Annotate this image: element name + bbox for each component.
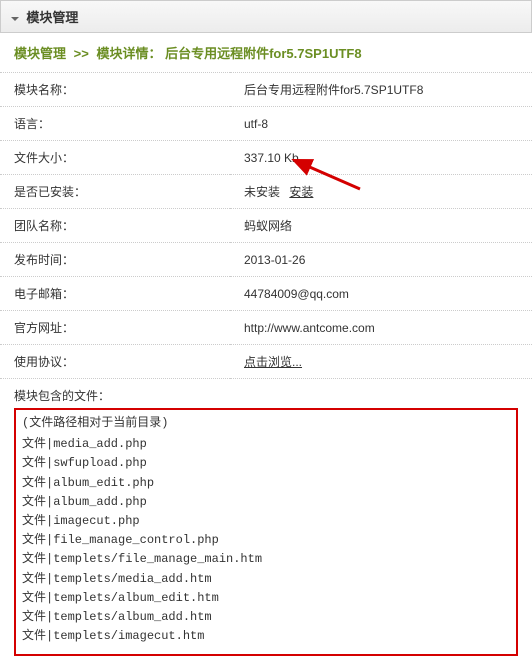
file-item: 文件|media_add.php xyxy=(22,435,510,454)
row-site: 官方网址： http://www.antcome.com xyxy=(0,311,532,345)
file-item: 文件|imagecut.php xyxy=(22,512,510,531)
file-item: 文件|templets/album_edit.htm xyxy=(22,589,510,608)
file-item: 文件|swfupload.php xyxy=(22,454,510,473)
caret-down-icon xyxy=(11,17,19,21)
breadcrumb-root[interactable]: 模块管理 xyxy=(14,46,66,61)
row-lang: 语言： utf-8 xyxy=(0,107,532,141)
file-item: 文件|templets/imagecut.htm xyxy=(22,627,510,646)
row-installed: 是否已安装： 未安装 安装 xyxy=(0,175,532,209)
file-item: 文件|templets/file_manage_main.htm xyxy=(22,550,510,569)
label-lang: 语言： xyxy=(0,107,230,141)
value-name: 后台专用远程附件for5.7SP1UTF8 xyxy=(230,73,532,107)
row-pub: 发布时间： 2013-01-26 xyxy=(0,243,532,277)
label-email: 电子邮箱： xyxy=(0,277,230,311)
install-link[interactable]: 安装 xyxy=(289,185,313,199)
row-email: 电子邮箱： 44784009@qq.com xyxy=(0,277,532,311)
row-name: 模块名称： 后台专用远程附件for5.7SP1UTF8 xyxy=(0,73,532,107)
files-title: 模块包含的文件： xyxy=(14,385,518,408)
row-size: 文件大小： 337.10 Kb xyxy=(0,141,532,175)
installed-status: 未安装 xyxy=(244,185,280,199)
row-team: 团队名称： 蚂蚁网络 xyxy=(0,209,532,243)
value-team: 蚂蚁网络 xyxy=(230,209,532,243)
breadcrumb-current: 后台专用远程附件for5.7SP1UTF8 xyxy=(165,46,361,61)
files-list: 文件|media_add.php文件|swfupload.php文件|album… xyxy=(22,435,510,646)
value-lang: utf-8 xyxy=(230,107,532,141)
label-size: 文件大小： xyxy=(0,141,230,175)
value-installed: 未安装 安装 xyxy=(230,175,532,209)
files-box: (文件路径相对于当前目录) 文件|media_add.php文件|swfuplo… xyxy=(14,408,518,656)
value-size: 337.10 Kb xyxy=(230,141,532,175)
header-title: 模块管理 xyxy=(26,10,78,25)
label-name: 模块名称： xyxy=(0,73,230,107)
breadcrumb-sep: >> xyxy=(74,46,89,61)
label-agree: 使用协议： xyxy=(0,345,230,379)
files-note: (文件路径相对于当前目录) xyxy=(22,414,510,433)
label-site: 官方网址： xyxy=(0,311,230,345)
breadcrumb: 模块管理 >> 模块详情： 后台专用远程附件for5.7SP1UTF8 xyxy=(0,33,532,72)
value-site: http://www.antcome.com xyxy=(230,311,532,345)
detail-table: 模块名称： 后台专用远程附件for5.7SP1UTF8 语言： utf-8 文件… xyxy=(0,72,532,379)
label-pub: 发布时间： xyxy=(0,243,230,277)
agree-link[interactable]: 点击浏览... xyxy=(244,355,302,369)
row-agree: 使用协议： 点击浏览... xyxy=(0,345,532,379)
breadcrumb-prefix: 模块详情： xyxy=(96,46,161,61)
file-item: 文件|templets/album_add.htm xyxy=(22,608,510,627)
file-item: 文件|album_edit.php xyxy=(22,474,510,493)
value-email: 44784009@qq.com xyxy=(230,277,532,311)
value-pub: 2013-01-26 xyxy=(230,243,532,277)
file-item: 文件|templets/media_add.htm xyxy=(22,570,510,589)
file-item: 文件|file_manage_control.php xyxy=(22,531,510,550)
files-section: 模块包含的文件： (文件路径相对于当前目录) 文件|media_add.php文… xyxy=(0,379,532,670)
label-team: 团队名称： xyxy=(0,209,230,243)
label-installed: 是否已安装： xyxy=(0,175,230,209)
file-item: 文件|album_add.php xyxy=(22,493,510,512)
page-header: 模块管理 xyxy=(0,0,532,33)
